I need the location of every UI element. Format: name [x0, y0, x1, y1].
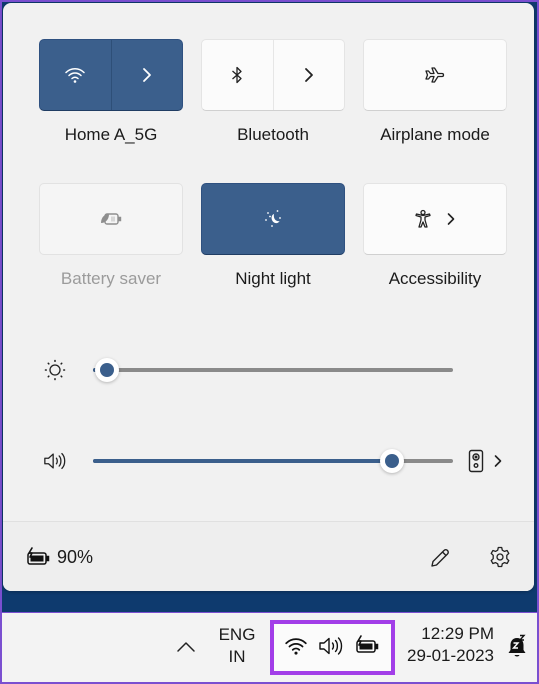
bluetooth-expand-button[interactable]	[272, 40, 345, 110]
speaker-icon	[318, 635, 344, 657]
pencil-icon[interactable]	[427, 545, 453, 571]
battery-saver-icon	[99, 211, 123, 227]
battery-charging-icon	[354, 634, 380, 656]
bluetooth-icon	[231, 66, 243, 84]
clock[interactable]: 12:29 PM 29-01-2023	[400, 623, 500, 667]
battery-percent: 90%	[57, 546, 94, 567]
quick-settings-footer: 90%	[3, 521, 534, 591]
battery-saver-tile-label: Battery saver	[60, 269, 162, 288]
clock-time: 12:29 PM	[421, 624, 494, 643]
battery-charging-icon	[25, 547, 51, 567]
gear-icon[interactable]	[487, 544, 513, 570]
wifi-expand-button[interactable]	[110, 40, 183, 110]
wifi-icon	[64, 66, 86, 84]
chevron-right-icon	[446, 211, 456, 227]
bluetooth-toggle-button[interactable]	[202, 40, 273, 110]
bluetooth-tile-label: Bluetooth	[237, 125, 309, 144]
bluetooth-tile	[201, 39, 345, 111]
quick-settings-panel: Home A_5G Bluetooth Airplane mode Batter…	[3, 3, 534, 591]
wifi-tile	[39, 39, 183, 111]
accessibility-icon	[414, 209, 432, 229]
brightness-slider[interactable]	[93, 358, 453, 382]
battery-status-button[interactable]: 90%	[25, 542, 93, 572]
airplane-icon	[424, 66, 446, 84]
audio-output-button[interactable]	[468, 448, 512, 474]
speaker-device-icon	[468, 449, 484, 473]
night-light-tile[interactable]	[201, 183, 345, 255]
airplane-mode-tile[interactable]	[363, 39, 507, 111]
brightness-icon	[43, 358, 67, 382]
brightness-slider-row	[3, 355, 534, 385]
brightness-slider-thumb[interactable]	[95, 358, 120, 382]
battery-saver-tile[interactable]	[39, 183, 183, 255]
wifi-toggle-button[interactable]	[40, 40, 111, 110]
clock-date: 29-01-2023	[407, 646, 494, 665]
wifi-icon	[284, 636, 308, 656]
volume-slider-fill	[93, 459, 392, 463]
night-light-icon	[261, 207, 285, 231]
taskbar: ENG IN 12:29 PM 29-01-2023	[2, 613, 537, 682]
language-code: ENG	[218, 625, 256, 644]
night-light-tile-label: Night light	[235, 269, 311, 288]
bell-snooze-icon[interactable]	[504, 633, 530, 661]
wifi-tile-label: Home A_5G	[64, 125, 158, 144]
volume-slider-thumb[interactable]	[379, 449, 404, 473]
speaker-icon[interactable]	[43, 449, 67, 473]
volume-slider[interactable]	[93, 449, 453, 473]
airplane-mode-tile-label: Airplane mode	[380, 125, 490, 144]
chevron-right-icon	[304, 67, 314, 83]
keyboard-layout: IN	[228, 647, 246, 666]
accessibility-tile[interactable]	[363, 183, 507, 255]
chevron-right-icon	[142, 67, 152, 83]
chevron-right-icon	[494, 454, 502, 468]
language-indicator[interactable]: ENG IN	[214, 624, 260, 668]
volume-slider-row	[3, 446, 534, 476]
chevron-up-icon[interactable]	[174, 635, 198, 659]
accessibility-tile-label: Accessibility	[388, 269, 482, 288]
system-tray-highlight[interactable]	[270, 620, 395, 675]
